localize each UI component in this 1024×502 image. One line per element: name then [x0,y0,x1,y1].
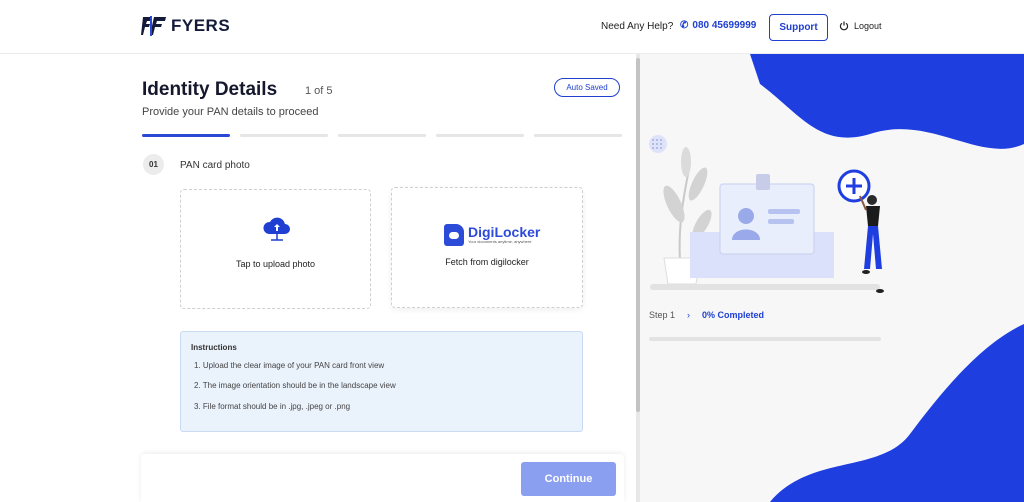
illustration [649,54,1024,502]
illustration-panel [640,54,1024,502]
phone-link[interactable]: ✆ 080 45699999 [680,20,756,31]
progress-info: Step 1 › 0% Completed [649,310,764,320]
page-subtitle: Provide your PAN details to proceed [142,106,319,118]
progress-step-1 [142,134,230,137]
plus-circle-icon [837,169,871,203]
progress-step-3 [338,134,426,137]
completion-text: 0% Completed [702,310,765,320]
power-icon [839,21,849,31]
auto-saved-badge: Auto Saved [554,78,620,97]
help-text: Need Any Help? [601,21,674,32]
dotted-circle [649,135,667,153]
chevron-right-icon: › [687,310,691,320]
logout-button[interactable]: Logout [839,21,882,31]
digilocker-card[interactable]: DigiLocker Your documents anytime, anywh… [391,187,583,308]
upload-label: Tap to upload photo [235,259,316,269]
step-label: PAN card photo [180,160,250,171]
progress-step-5 [534,134,622,137]
continue-button[interactable]: Continue [521,462,616,496]
phone-icon: ✆ [680,20,689,31]
completion-progress-bar [649,337,881,341]
person-illustration [859,195,884,293]
digilocker-brand: DigiLocker [468,224,541,240]
page-title: Identity Details [142,79,278,100]
digilocker-logo: DigiLocker Your documents anytime, anywh… [444,224,540,246]
phone-number: 080 45699999 [692,20,757,31]
id-card-illustration [719,174,815,255]
step-counter: 1 of 5 [305,85,333,97]
step-number-badge: 01 [143,154,164,175]
progress-step-4 [436,134,524,137]
instruction-item: 3. File format should be in .jpg, .jpeg … [194,402,351,411]
instructions-title: Instructions [191,343,237,352]
step-text: Step 1 [649,310,676,320]
digilocker-tagline: Your documents anytime, anywhere [468,239,532,244]
instruction-item: 1. Upload the clear image of your PAN ca… [194,361,385,370]
digilocker-label: Fetch from digilocker [445,257,529,267]
instructions-box: Instructions 1. Upload the clear image o… [180,331,583,432]
upload-photo-card[interactable]: Tap to upload photo [180,189,371,309]
instruction-item: 2. The image orientation should be in th… [194,381,396,390]
support-button[interactable]: Support [769,14,828,41]
logo-text: FYERS [171,16,231,35]
fyers-logo[interactable]: FYERS [141,14,230,38]
decorative-blob-bottom [770,324,1024,502]
top-header: FYERS Need Any Help? ✆ 080 45699999 Supp… [0,0,1024,54]
fyers-logo-icon [141,16,166,36]
progress-step-2 [240,134,328,137]
decorative-blob-top [750,54,1024,149]
digilocker-icon [444,224,464,246]
logout-label: Logout [854,21,882,31]
cloud-upload-icon [263,217,290,241]
